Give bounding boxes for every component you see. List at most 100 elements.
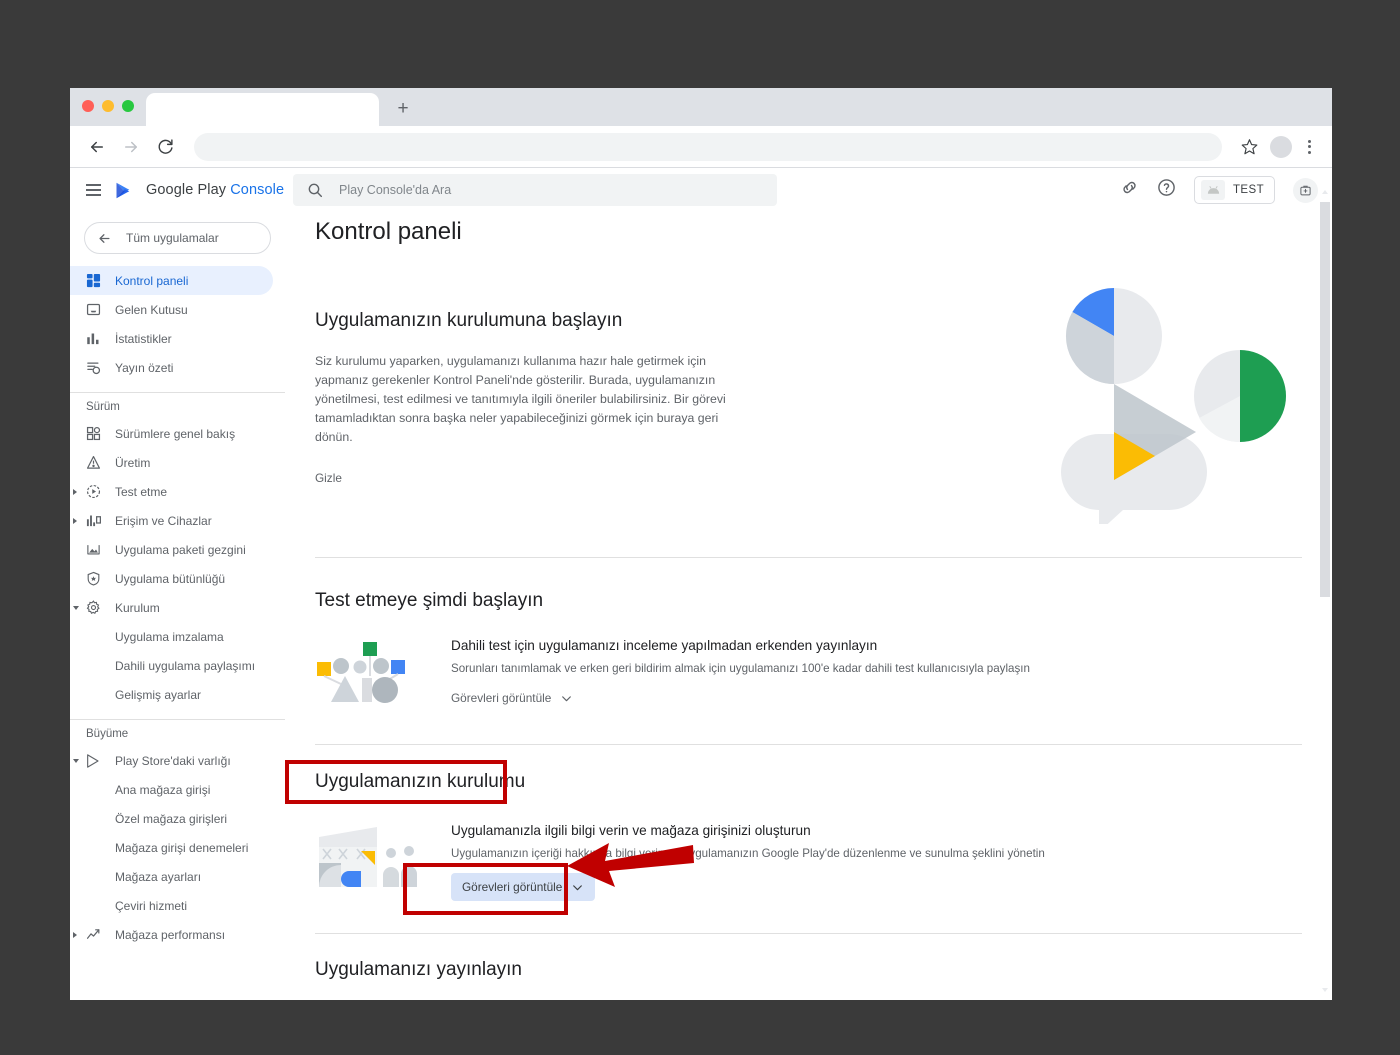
forward-arrow-icon[interactable] xyxy=(116,132,146,162)
sidebar-item-label: Mağaza ayarları xyxy=(115,869,202,884)
brand-accent: Console xyxy=(230,182,285,198)
avatar[interactable] xyxy=(1293,177,1318,203)
sidebar-item-label: Erişim ve Cihazlar xyxy=(115,513,212,528)
maximize-window-button[interactable] xyxy=(122,100,134,112)
sidebar-item-surumlere-genel-bakis[interactable]: Sürümlere genel bakış xyxy=(70,419,273,448)
sidebar-item-label: Özel mağaza girişleri xyxy=(115,811,228,826)
sidebar-item-uygulama-paketi-gezgini[interactable]: Uygulama paketi gezgini xyxy=(70,535,273,564)
sidebar-item-gelismis-ayarlar[interactable]: Gelişmiş ayarlar xyxy=(70,680,273,709)
browser-tab[interactable] xyxy=(146,93,379,126)
sidebar-item-ana-magaza-girisi[interactable]: Ana mağaza girişi xyxy=(70,775,273,804)
brand-main: Google Play xyxy=(146,182,231,198)
back-arrow-icon xyxy=(99,233,110,243)
sidebar-item-label: Gelen Kutusu xyxy=(115,302,188,317)
play-console-app: Google Play Console Tüm uygulamalar Kont… xyxy=(70,168,1332,1000)
setup-card-desc: Uygulamanızın içeriği hakkında bilgi ver… xyxy=(451,847,1045,861)
all-apps-button[interactable]: Tüm uygulamalar xyxy=(84,222,271,254)
sidebar-item-label: Mağaza performansı xyxy=(115,927,226,942)
console-brand-row: Google Play Console xyxy=(70,168,285,212)
setup-card-text: Uygulamanızla ilgili bilgi verin ve mağa… xyxy=(451,823,1045,902)
sidebar-item-magaza-performansi[interactable]: Mağaza performansı xyxy=(70,920,273,949)
sidebar: Google Play Console Tüm uygulamalar Kont… xyxy=(70,168,285,1000)
publish-section-heading: Uygulamanızı yayınlayın xyxy=(315,959,522,981)
search-placeholder: Play Console'da Ara xyxy=(339,183,452,197)
sidebar-item-magaza-ayarlari[interactable]: Mağaza ayarları xyxy=(70,862,273,891)
testing-card: Dahili test için uygulamanızı inceleme y… xyxy=(315,638,1302,708)
testing-card-title: Dahili test için uygulamanızı inceleme y… xyxy=(451,638,878,654)
production-icon xyxy=(84,454,102,472)
sidebar-item-istatistikler[interactable]: İstatistikler xyxy=(70,324,273,353)
setup-gear-icon xyxy=(84,599,102,617)
people-group-illustration xyxy=(315,638,427,708)
chevron-right-icon[interactable] xyxy=(73,488,77,495)
sidebar-item-uretim[interactable]: Üretim xyxy=(70,448,273,477)
window-controls[interactable] xyxy=(82,100,134,112)
sidebar-item-label: Uygulama bütünlüğü xyxy=(115,571,226,586)
sidebar-item-magaza-girisi-denemeleri[interactable]: Mağaza girişi denemeleri xyxy=(70,833,273,862)
reload-icon[interactable] xyxy=(150,132,180,162)
storefront-illustration xyxy=(315,823,427,893)
sidebar-item-ozel-magaza-girisleri[interactable]: Özel mağaza girişleri xyxy=(70,804,273,833)
section-divider xyxy=(315,744,1302,746)
setup-intro-block: Uygulamanızın kurulumuna başlayın Siz ku… xyxy=(315,310,755,485)
sidebar-item-ceviri-hizmeti[interactable]: Çeviri hizmeti xyxy=(70,891,273,920)
scrollbar-thumb[interactable] xyxy=(1320,202,1330,597)
sidebar-item-label: Dahili uygulama paylaşımı xyxy=(115,658,256,673)
sidebar-item-label: Üretim xyxy=(115,455,151,470)
close-window-button[interactable] xyxy=(82,100,94,112)
search-input[interactable]: Play Console'da Ara xyxy=(293,174,777,206)
section-divider xyxy=(315,557,1302,559)
sidebar-item-label: Yayın özeti xyxy=(115,360,174,375)
sidebar-item-dahili-uygulama-paylasimi[interactable]: Dahili uygulama paylaşımı xyxy=(70,651,273,680)
back-arrow-icon[interactable] xyxy=(82,132,112,162)
new-tab-button[interactable]: + xyxy=(389,94,417,122)
test-account-badge[interactable]: TEST xyxy=(1194,176,1275,204)
sidebar-item-label: Sürümlere genel bakış xyxy=(115,426,236,441)
help-circle-icon[interactable] xyxy=(1157,178,1176,202)
setup-view-tasks-button[interactable]: Görevleri görüntüle xyxy=(451,873,596,902)
sidebar-item-kurulum[interactable]: Kurulum xyxy=(70,593,273,622)
sidebar-item-label: Play Store'daki varlığı xyxy=(115,753,231,768)
scroll-up-arrow-icon[interactable] xyxy=(1322,190,1328,194)
play-store-presence-icon xyxy=(84,752,102,770)
sidebar-item-play-storedaki-varligi[interactable]: Play Store'daki varlığı xyxy=(70,746,273,775)
scroll-down-arrow-icon[interactable] xyxy=(1322,988,1328,992)
sidebar-item-erisim-ve-cihazlar[interactable]: Erişim ve Cihazlar xyxy=(70,506,273,535)
sidebar-item-gelen-kutusu[interactable]: Gelen Kutusu xyxy=(70,295,273,324)
address-bar[interactable] xyxy=(194,132,1222,161)
sidebar-item-yayin-ozeti[interactable]: Yayın özeti xyxy=(70,353,273,382)
android-robot-icon xyxy=(1201,180,1225,200)
sidebar-item-uygulama-imzalama[interactable]: Uygulama imzalama xyxy=(70,622,273,651)
star-icon[interactable] xyxy=(1234,132,1264,162)
sidebar-divider xyxy=(70,719,285,720)
sidebar-item-kontrol-paneli[interactable]: Kontrol paneli xyxy=(70,266,273,295)
statistics-icon xyxy=(84,330,102,348)
minimize-window-button[interactable] xyxy=(102,100,114,112)
vertical-scrollbar[interactable] xyxy=(1318,168,1332,1000)
releases-overview-icon xyxy=(84,425,102,443)
console-topbar: Play Console'da Ara TEST xyxy=(285,168,1332,212)
sidebar-item-uygulama-butunlugu[interactable]: Uygulama bütünlüğü xyxy=(70,564,273,593)
chevron-right-icon[interactable] xyxy=(73,931,77,938)
chevron-down-icon[interactable] xyxy=(73,758,79,763)
chevron-down-icon[interactable] xyxy=(73,605,79,610)
section-divider xyxy=(315,933,1302,935)
link-icon[interactable] xyxy=(1120,178,1139,202)
browser-toolbar xyxy=(70,126,1332,168)
dashboard-icon xyxy=(84,272,102,290)
chevron-right-icon[interactable] xyxy=(73,517,77,524)
hamburger-icon[interactable] xyxy=(86,184,101,196)
hide-link[interactable]: Gizle xyxy=(315,471,755,485)
browser-profile-avatar[interactable] xyxy=(1270,135,1292,158)
main-area: Play Console'da Ara TEST Kontrol paneli … xyxy=(285,168,1332,1000)
app-bundle-explorer-icon xyxy=(84,541,102,559)
publishing-overview-icon xyxy=(84,359,102,377)
test-badge-label: TEST xyxy=(1233,184,1264,196)
sidebar-item-label: Çeviri hizmeti xyxy=(115,898,188,913)
setup-card-title: Uygulamanızla ilgili bilgi verin ve mağa… xyxy=(451,823,811,839)
sidebar-item-label: Test etme xyxy=(115,484,168,499)
setup-section-heading: Uygulamanızın kurulumu xyxy=(315,771,526,793)
kebab-menu-icon[interactable] xyxy=(1298,136,1320,158)
sidebar-item-test-etme[interactable]: Test etme xyxy=(70,477,273,506)
testing-view-tasks-link[interactable]: Görevleri görüntüle xyxy=(451,691,573,705)
